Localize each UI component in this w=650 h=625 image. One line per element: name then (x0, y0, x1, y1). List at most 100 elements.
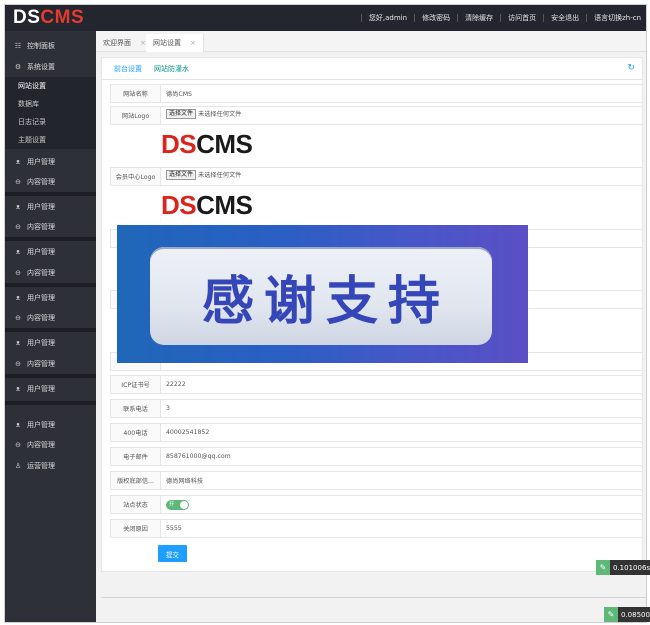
circle-minus-icon: ⊖ (15, 360, 21, 368)
change-password-link[interactable]: 修改密码 (414, 14, 457, 22)
form-row-close-reason: 关闭原因 5555 (110, 519, 643, 538)
logo-preview-cms: CMS (196, 129, 253, 159)
close-icon[interactable]: × (140, 39, 146, 47)
field-label: 会员中心Logo (111, 168, 161, 185)
circle-minus-icon: ⊖ (15, 441, 21, 449)
subtab-anti-spam[interactable]: 网站防灌水 (154, 64, 189, 74)
member-logo-preview: DSCMS (161, 190, 253, 220)
sidebar-item-label: 系统设置 (27, 63, 55, 71)
sidebar-item-content[interactable]: ⊖ 内容管理 (5, 435, 96, 455)
sidebar-item-users[interactable]: ᴥ 用户管理 (5, 197, 96, 217)
load-timer: ✎ 0.08500 (604, 607, 650, 622)
sidebar-subitem-site-settings[interactable]: 网站设置 (5, 77, 96, 95)
site-name-input[interactable]: 德尚CMS (166, 85, 192, 102)
sidebar-item-users[interactable]: ᴥ 用户管理 (5, 288, 96, 308)
sidebar-subitem-theme[interactable]: 主题设置 (5, 131, 96, 149)
logo-preview-cms: CMS (196, 190, 253, 220)
sidebar-item-content[interactable]: ⊖ 内容管理 (5, 172, 96, 192)
form-row-email: 电子邮件 858761000@qq.com (110, 447, 643, 466)
thanks-banner-text: 感谢支持 (201, 271, 450, 332)
visit-home-link[interactable]: 访问首页 (500, 14, 543, 22)
field-label: 站点状态 (111, 496, 161, 513)
choose-file-button[interactable]: 选择文件 (166, 170, 197, 180)
logout-link[interactable]: 安全退出 (543, 14, 586, 22)
phone-input[interactable]: 3 (166, 400, 170, 417)
users-icon: ᴥ (15, 421, 21, 429)
sidebar-divider (5, 283, 96, 287)
tab-label: 网站设置 (153, 39, 181, 47)
logo-preview-ds: DS (161, 129, 197, 159)
field-label: 关闭原因 (111, 520, 161, 537)
tab-site-settings[interactable]: 网站设置 × (146, 34, 204, 52)
gear-icon: ⚙ (14, 63, 22, 71)
sidebar-item-content[interactable]: ⊖ 内容管理 (5, 354, 96, 374)
logo-ds: DS (13, 7, 41, 28)
form-row-member-logo: 会员中心Logo 选择文件 未选择任何文件 (110, 167, 643, 186)
sidebar-item-users[interactable]: ᴥ 用户管理 (5, 415, 96, 435)
member-logo-file-input[interactable]: 选择文件 未选择任何文件 (166, 168, 241, 185)
sidebar-item-users[interactable]: ᴥ 用户管理 (5, 379, 96, 399)
sidebar-item-system[interactable]: ⚙ 系统设置 (5, 57, 96, 77)
subtab-front-settings[interactable]: 前台设置 (110, 64, 146, 78)
form-row-phone: 联系电话 3 (110, 399, 643, 418)
copyright-input[interactable]: 德尚网络科技 (166, 472, 203, 489)
form-row-copyright: 版权底部信... 德尚网络科技 (110, 471, 643, 490)
sidebar-item-users[interactable]: ᴥ 用户管理 (5, 333, 96, 353)
sidebar-subitem-database[interactable]: 数据库 (5, 95, 96, 113)
circle-minus-icon: ⊖ (15, 223, 21, 231)
leaf-icon: ✎ (604, 607, 618, 622)
grid-icon: ☷ (14, 42, 22, 50)
app-logo[interactable]: DSCMS (13, 8, 84, 28)
sidebar-item-operations[interactable]: ♙ 运营管理 (5, 456, 96, 476)
sidebar-item-dashboard[interactable]: ☷ 控制面板 (5, 36, 96, 56)
timer-value: 0.08500 (621, 610, 650, 619)
language-switch-link[interactable]: 语言切换zh-cn (586, 14, 646, 22)
close-icon[interactable]: × (190, 39, 196, 47)
refresh-icon[interactable]: ↻ (627, 63, 635, 73)
logo-preview-ds: DS (161, 190, 197, 220)
sidebar-item-label: 用户管理 (27, 248, 55, 256)
sidebar-item-users[interactable]: ᴥ 用户管理 (5, 242, 96, 262)
icp-input[interactable]: 22222 (166, 376, 186, 393)
submit-button[interactable]: 提交 (158, 545, 187, 562)
sidebar-item-label: 用户管理 (27, 158, 55, 166)
page-tabbar: 欢迎界面 × 网站设置 × (96, 31, 646, 52)
sidebar-subitem-logs[interactable]: 日志记录 (5, 113, 96, 131)
sidebar-item-label: 用户管理 (27, 203, 55, 211)
sidebar-item-label: 内容管理 (27, 269, 55, 277)
thanks-banner-plate: 感谢支持 (150, 247, 492, 345)
choose-file-button[interactable]: 选择文件 (166, 109, 197, 119)
tel400-input[interactable]: 40002541852 (166, 424, 209, 441)
sidebar-item-label: 用户管理 (27, 385, 55, 393)
timer-value: 0.101006s (613, 563, 650, 572)
clear-cache-link[interactable]: 清除缓存 (457, 14, 500, 22)
form-row-logo: 网站Logo 选择文件 未选择任何文件 (110, 106, 643, 125)
email-input[interactable]: 858761000@qq.com (166, 448, 231, 465)
settings-subtabs: 前台设置 网站防灌水 ↻ (102, 58, 642, 80)
users-icon: ᴥ (15, 248, 21, 256)
users-icon: ᴥ (15, 294, 21, 302)
file-status: 未选择任何文件 (198, 172, 242, 179)
site-status-toggle[interactable]: 开 (166, 499, 189, 510)
thanks-banner: 感谢支持 (117, 225, 528, 363)
sidebar-item-label: 内容管理 (27, 223, 55, 231)
sidebar-divider (5, 328, 96, 332)
page-divider (101, 597, 646, 598)
form-row-400: 400电话 40002541852 (110, 423, 643, 442)
circle-minus-icon: ⊖ (15, 314, 21, 322)
field-label: 400电话 (111, 424, 161, 441)
sidebar-item-content[interactable]: ⊖ 内容管理 (5, 217, 96, 237)
close-reason-input[interactable]: 5555 (166, 520, 182, 537)
user-greeting[interactable]: 您好,admin (360, 14, 414, 22)
sidebar-item-label: 用户管理 (27, 421, 55, 429)
sidebar-item-label: 运营管理 (27, 462, 55, 470)
sidebar-divider (5, 192, 96, 196)
logo-file-input[interactable]: 选择文件 未选择任何文件 (166, 107, 241, 124)
form-row-site-status: 站点状态 开 (110, 495, 643, 514)
sidebar-item-content[interactable]: ⊖ 内容管理 (5, 263, 96, 283)
field-label: 电子邮件 (111, 448, 161, 465)
sidebar-item-users[interactable]: ᴥ 用户管理 (5, 152, 96, 172)
form-row-site-name: 网站名称 德尚CMS (110, 84, 643, 103)
users-icon: ᴥ (15, 203, 21, 211)
sidebar-item-content[interactable]: ⊖ 内容管理 (5, 308, 96, 328)
